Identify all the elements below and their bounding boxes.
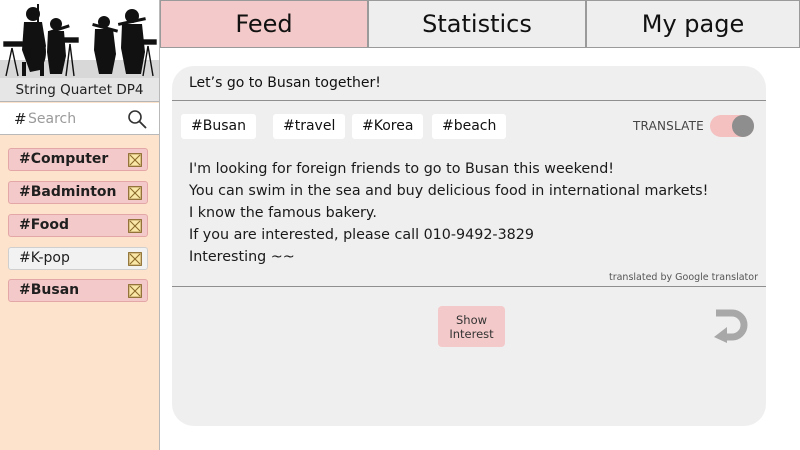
post-body-line: You can swim in the sea and buy deliciou… (189, 183, 709, 199)
string-quartet-silhouette-icon (0, 0, 159, 78)
toggle-knob (732, 115, 754, 137)
post-body: I'm looking for foreign friends to go to… (189, 158, 759, 268)
search-bar: # (0, 103, 159, 135)
sidebar-tag-kpop[interactable]: #K-pop (8, 247, 148, 270)
post-body-line: I'm looking for foreign friends to go to… (189, 161, 615, 177)
x-box-icon[interactable] (128, 284, 142, 298)
x-box-icon[interactable] (128, 252, 142, 266)
post-body-line: Interesting ~~ (189, 249, 295, 265)
search-input[interactable] (28, 109, 122, 129)
x-box-icon[interactable] (128, 219, 142, 233)
post-card: Let’s go to Busan together! #Busan #trav… (172, 66, 766, 426)
search-icon[interactable] (127, 109, 147, 129)
post-hashtag-travel[interactable]: #travel (273, 114, 346, 139)
sidebar-tag-busan[interactable]: #Busan (8, 279, 148, 302)
tab-feed[interactable]: Feed (160, 0, 368, 48)
post-title: Let’s go to Busan together! (189, 75, 381, 91)
sidebar: String Quartet DP4 # #Computer #Badminto… (0, 0, 160, 450)
divider (172, 100, 766, 101)
sidebar-tag-label: #Badminton (19, 184, 117, 200)
post-hashtag-busan[interactable]: #Busan (181, 114, 256, 139)
translated-note: translated by Google translator (608, 272, 758, 283)
post-body-line: If you are interested, please call 010-9… (189, 227, 534, 243)
sidebar-tag-label: #Busan (19, 282, 80, 298)
post-hashtag-beach[interactable]: #beach (432, 114, 507, 139)
divider (172, 286, 766, 287)
search-hash-prefix: # (14, 110, 27, 128)
logo-name: String Quartet DP4 (0, 78, 159, 102)
sidebar-tag-badminton[interactable]: #Badminton (8, 181, 148, 204)
return-arrow-icon[interactable] (712, 307, 750, 343)
x-box-icon[interactable] (128, 153, 142, 167)
sidebar-tag-label: #K-pop (19, 250, 70, 266)
show-interest-button[interactable]: Show Interest (438, 306, 505, 347)
tab-statistics[interactable]: Statistics (368, 0, 586, 48)
sidebar-tag-computer[interactable]: #Computer (8, 148, 148, 171)
logo: String Quartet DP4 (0, 0, 159, 102)
translate-label: TRANSLATE (633, 119, 704, 133)
post-body-line: I know the famous bakery. (189, 205, 377, 221)
translate-toggle[interactable] (710, 115, 754, 137)
sidebar-tag-label: #Computer (19, 151, 109, 167)
post-hashtag-korea[interactable]: #Korea (352, 114, 424, 139)
sidebar-tag-food[interactable]: #Food (8, 214, 148, 237)
tab-my-page[interactable]: My page (586, 0, 800, 48)
x-box-icon[interactable] (128, 186, 142, 200)
sidebar-tag-label: #Food (19, 217, 69, 233)
